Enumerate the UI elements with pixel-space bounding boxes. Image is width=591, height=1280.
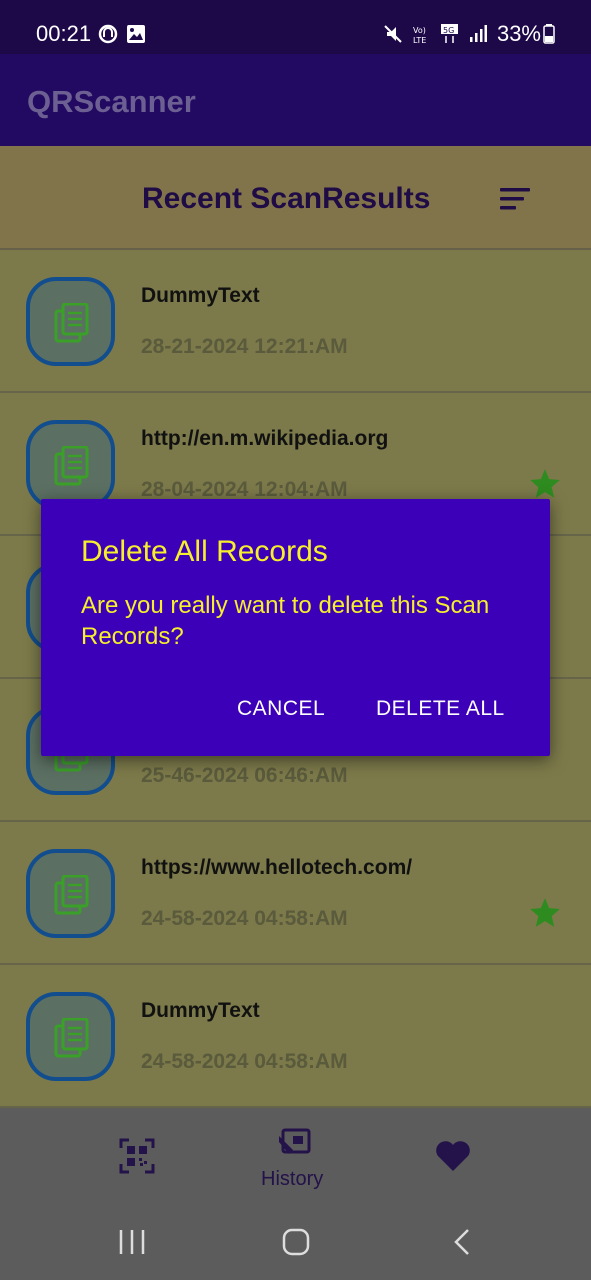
delete-all-button[interactable]: DELETE ALL xyxy=(376,697,505,721)
sync-app-icon xyxy=(98,24,118,44)
image-icon xyxy=(127,25,145,43)
status-bar: 00:21 Vo) LTE 5G 33% xyxy=(0,0,591,54)
nav-label-history: History xyxy=(261,1168,324,1190)
record-date: 24-58-2024 04:58:AM xyxy=(141,1050,348,1073)
status-notification-icons xyxy=(98,24,146,44)
svg-text:LTE: LTE xyxy=(413,36,426,44)
home-icon[interactable] xyxy=(281,1227,311,1257)
record-date: 24-58-2024 04:58:AM xyxy=(141,907,348,930)
list-title: Recent ScanResults xyxy=(142,182,431,215)
document-icon xyxy=(54,303,89,343)
qr-code-scan-icon xyxy=(119,1138,155,1174)
signal-icon xyxy=(469,25,487,42)
document-icon xyxy=(54,875,89,915)
list-header: Recent ScanResults xyxy=(0,146,591,250)
nav-item-favorites[interactable] xyxy=(420,1108,490,1201)
battery-icon xyxy=(543,24,555,44)
history-icon xyxy=(279,1128,311,1154)
favorite-star-icon[interactable] xyxy=(527,896,563,930)
list-item[interactable]: DummyText 28-21-2024 12:21:AM xyxy=(0,250,591,393)
record-text: DummyText xyxy=(141,284,260,307)
recent-apps-icon[interactable] xyxy=(117,1227,147,1257)
back-icon[interactable] xyxy=(448,1227,478,1257)
dialog-message: Are you really want to delete this Scan … xyxy=(81,592,490,650)
heart-icon xyxy=(436,1141,470,1171)
mute-icon xyxy=(384,25,402,43)
document-icon xyxy=(54,446,89,486)
nav-item-history[interactable]: History xyxy=(240,1108,350,1201)
document-icon xyxy=(54,1018,89,1058)
app-bar: QRScanner xyxy=(0,54,591,146)
record-type-badge xyxy=(26,849,115,938)
battery-percent: 33% xyxy=(496,21,541,46)
list-item[interactable]: DummyText 24-58-2024 04:58:AM xyxy=(0,965,591,1108)
record-date: 28-21-2024 12:21:AM xyxy=(141,335,348,358)
record-text: DummyText xyxy=(141,999,260,1022)
record-date: 25-46-2024 06:46:AM xyxy=(141,764,348,787)
status-right-icons: Vo) LTE 5G 33% xyxy=(383,21,555,47)
volte-icon: Vo)LTE xyxy=(413,26,426,44)
bottom-navigation: History xyxy=(0,1108,591,1201)
record-type-badge xyxy=(26,420,115,509)
delete-all-dialog: Delete All Records Are you really want t… xyxy=(41,499,550,756)
app-title: QRScanner xyxy=(27,84,196,119)
svg-text:5G: 5G xyxy=(443,26,454,35)
svg-text:Vo): Vo) xyxy=(413,26,426,35)
record-text: https://www.hellotech.com/ xyxy=(141,856,413,879)
sort-icon[interactable] xyxy=(500,188,532,210)
5g-icon: 5G xyxy=(440,24,458,43)
list-item[interactable]: https://www.hellotech.com/ 24-58-2024 04… xyxy=(0,822,591,965)
dialog-title: Delete All Records xyxy=(81,535,328,568)
system-navigation-bar xyxy=(0,1201,591,1280)
record-type-badge xyxy=(26,277,115,366)
record-text: http://en.m.wikipedia.org xyxy=(141,427,389,450)
record-type-badge xyxy=(26,992,115,1081)
favorite-star-icon[interactable] xyxy=(527,467,563,501)
status-time: 00:21 xyxy=(36,21,92,46)
cancel-button[interactable]: CANCEL xyxy=(237,697,325,721)
nav-item-scan[interactable] xyxy=(100,1108,174,1201)
